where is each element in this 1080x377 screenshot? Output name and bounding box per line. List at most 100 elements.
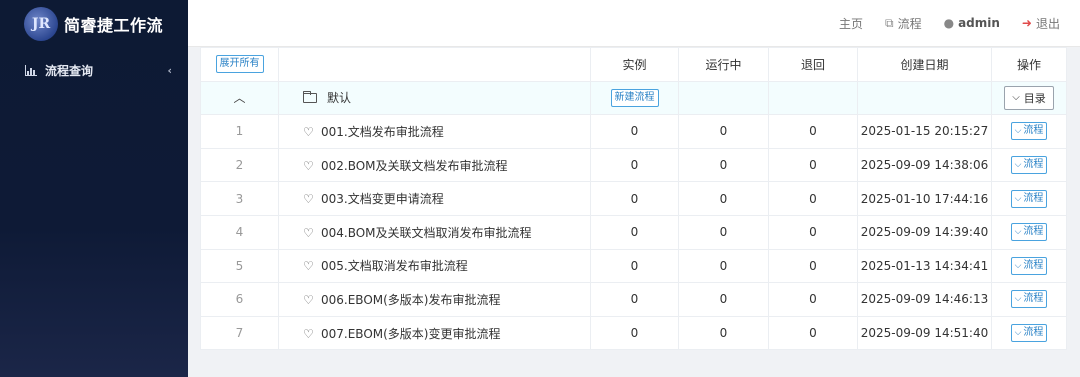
empty-cell [857, 80, 992, 116]
action-cell: ⌵ 流程 [991, 114, 1067, 149]
instances-value: 0 [590, 214, 679, 250]
row-index: 2 [200, 147, 279, 183]
flow-action-button[interactable]: ⌵ 流程 [1010, 156, 1048, 175]
flow-action-button[interactable]: ⌵ 流程 [1010, 324, 1048, 343]
flow-name-cell[interactable]: ♡ 001.文档发布审批流程 [278, 114, 591, 149]
chevron-down-icon: ⌵ [1014, 260, 1022, 271]
returned-value: 0 [768, 181, 858, 216]
flow-name: 007.EBOM(多版本)变更审批流程 [321, 326, 501, 341]
chevron-down-icon: ⌵ [1014, 227, 1022, 238]
table-row[interactable]: 3 ♡ 003.文档变更申请流程 0 0 0 2025-01-10 17:44:16 ⌵ 流程 [200, 181, 1067, 216]
home-label: 主页 [838, 16, 863, 31]
flow-name-cell[interactable]: ♡ 006.EBOM(多版本)发布审批流程 [278, 282, 591, 317]
created-date: 2025-01-15 20:15:27 [857, 114, 992, 149]
new-flow-cell: 新建流程 [590, 80, 679, 116]
returned-value: 0 [768, 214, 858, 250]
column-header-created: 创建日期 [857, 47, 992, 82]
flow-name-cell[interactable]: ♡ 002.BOM及关联文档发布审批流程 [278, 147, 591, 183]
action-cell: ⌵ 流程 [991, 248, 1067, 284]
action-cell: ⌵ 流程 [991, 214, 1067, 250]
column-header-actions: 操作 [991, 47, 1067, 82]
flow-action-label: 流程 [1023, 125, 1044, 137]
top-header: 主页 ⧉ 流程 ● admin ➜ 退出 [188, 0, 1080, 47]
app-title: 简睿捷工作流 [64, 16, 164, 35]
empty-cell [768, 80, 858, 116]
group-name: 默认 [327, 91, 352, 106]
table-row[interactable]: 5 ♡ 005.文档取消发布审批流程 0 0 0 2025-01-13 14:34:41 ⌵ 流… [200, 248, 1067, 284]
flow-name-cell[interactable]: ♡ 004.BOM及关联文档取消发布审批流程 [278, 214, 591, 250]
flow-action-button[interactable]: ⌵ 流程 [1010, 290, 1048, 309]
new-flow-button[interactable]: 新建流程 [610, 88, 659, 107]
running-value: 0 [678, 147, 769, 183]
table-row[interactable]: 2 ♡ 002.BOM及关联文档发布审批流程 0 0 0 2025-09-09 14:38:… [200, 147, 1067, 183]
instances-value: 0 [590, 282, 679, 317]
flow-name-cell[interactable]: ♡ 003.文档变更申请流程 [278, 181, 591, 216]
chevron-down-icon: ⌵ [1012, 92, 1020, 104]
running-value: 0 [678, 315, 769, 351]
chevron-left-icon: ‹ [167, 63, 172, 77]
directory-cell: ⌵ 目录 [991, 80, 1067, 116]
instances-value: 0 [590, 315, 679, 351]
heart-icon[interactable]: ♡ [303, 259, 315, 273]
sitemap-icon: ⧉ [884, 15, 894, 30]
flow-name: 004.BOM及关联文档取消发布审批流程 [321, 225, 532, 240]
expand-all-button[interactable]: 展开所有 [215, 55, 264, 74]
heart-icon[interactable]: ♡ [303, 226, 315, 240]
flow-action-label: 流程 [1023, 327, 1044, 339]
flow-name-cell[interactable]: ♡ 007.EBOM(多版本)变更审批流程 [278, 315, 591, 351]
action-cell: ⌵ 流程 [991, 315, 1067, 351]
logout-label: 退出 [1035, 16, 1060, 31]
heart-icon[interactable]: ♡ [303, 192, 315, 206]
created-date: 2025-09-09 14:46:13 [857, 282, 992, 317]
heart-icon[interactable]: ♡ [303, 125, 315, 139]
table-row[interactable]: 7 ♡ 007.EBOM(多版本)变更审批流程 0 0 0 2025-09-09 14:51… [200, 315, 1067, 351]
table-row[interactable]: 1 ♡ 001.文档发布审批流程 0 0 0 2025-01-15 20:15:27 ⌵ 流程 [200, 114, 1067, 149]
created-date: 2025-09-09 14:51:40 [857, 315, 992, 351]
running-value: 0 [678, 214, 769, 250]
table-header-row: 展开所有 实例 运行中 退回 创建日期 操作 [200, 47, 1067, 82]
row-index: 4 [200, 214, 279, 250]
instances-value: 0 [590, 248, 679, 284]
logout-link[interactable]: ➜ 退出 [1022, 15, 1060, 32]
flow-action-label: 流程 [1023, 159, 1044, 171]
directory-label: 目录 [1023, 91, 1046, 105]
sidebar-item-flow-query[interactable]: 流程查询 ‹ [0, 48, 188, 92]
table-row[interactable]: 4 ♡ 004.BOM及关联文档取消发布审批流程 0 0 0 2025-09-09 14:3… [200, 214, 1067, 250]
flow-action-button[interactable]: ⌵ 流程 [1010, 223, 1048, 242]
flow-link[interactable]: ⧉ 流程 [885, 15, 922, 32]
app-logo: JR [24, 7, 58, 41]
flow-action-button[interactable]: ⌵ 流程 [1010, 189, 1048, 208]
flow-table: 展开所有 实例 运行中 退回 创建日期 操作 ︿ 默认 新建流程 ⌵ 目录 1 … [200, 47, 1067, 351]
app-root: JR 简睿捷工作流 流程查询 ‹ 主页 ⧉ 流程 ● admin ➜ 退出 展开所有 … [0, 0, 1080, 377]
sidebar-item-label: 流程查询 [45, 63, 94, 78]
running-value: 0 [678, 181, 769, 216]
group-name-cell: 默认 [278, 80, 591, 116]
folder-icon [303, 91, 317, 104]
row-index: 6 [200, 282, 279, 317]
heart-icon[interactable]: ♡ [303, 327, 315, 341]
directory-dropdown[interactable]: ⌵ 目录 [1004, 85, 1054, 110]
column-header-instances: 实例 [590, 47, 679, 82]
collapse-toggle[interactable]: ︿ [200, 80, 279, 116]
heart-icon[interactable]: ♡ [303, 293, 315, 307]
table-row[interactable]: 6 ♡ 006.EBOM(多版本)发布审批流程 0 0 0 2025-09-09 14:46… [200, 282, 1067, 317]
created-date: 2025-01-10 17:44:16 [857, 181, 992, 216]
expand-all-cell: 展开所有 [200, 47, 279, 82]
user-menu[interactable]: ● admin [944, 16, 1000, 30]
running-value: 0 [678, 114, 769, 149]
flow-action-button[interactable]: ⌵ 流程 [1010, 122, 1048, 141]
returned-value: 0 [768, 114, 858, 149]
row-index: 1 [200, 114, 279, 149]
empty-cell [678, 80, 769, 116]
flow-table-container: 展开所有 实例 运行中 退回 创建日期 操作 ︿ 默认 新建流程 ⌵ 目录 1 … [200, 47, 1067, 351]
home-link[interactable]: 主页 [839, 15, 863, 32]
heart-icon[interactable]: ♡ [303, 159, 315, 173]
flow-action-button[interactable]: ⌵ 流程 [1010, 256, 1048, 275]
running-value: 0 [678, 282, 769, 317]
flow-action-label: 流程 [1023, 192, 1044, 204]
row-index: 3 [200, 181, 279, 216]
chevron-down-icon: ⌵ [1014, 328, 1022, 339]
flow-name: 005.文档取消发布审批流程 [321, 259, 468, 274]
flow-name-cell[interactable]: ♡ 005.文档取消发布审批流程 [278, 248, 591, 284]
chevron-down-icon: ⌵ [1014, 193, 1022, 204]
